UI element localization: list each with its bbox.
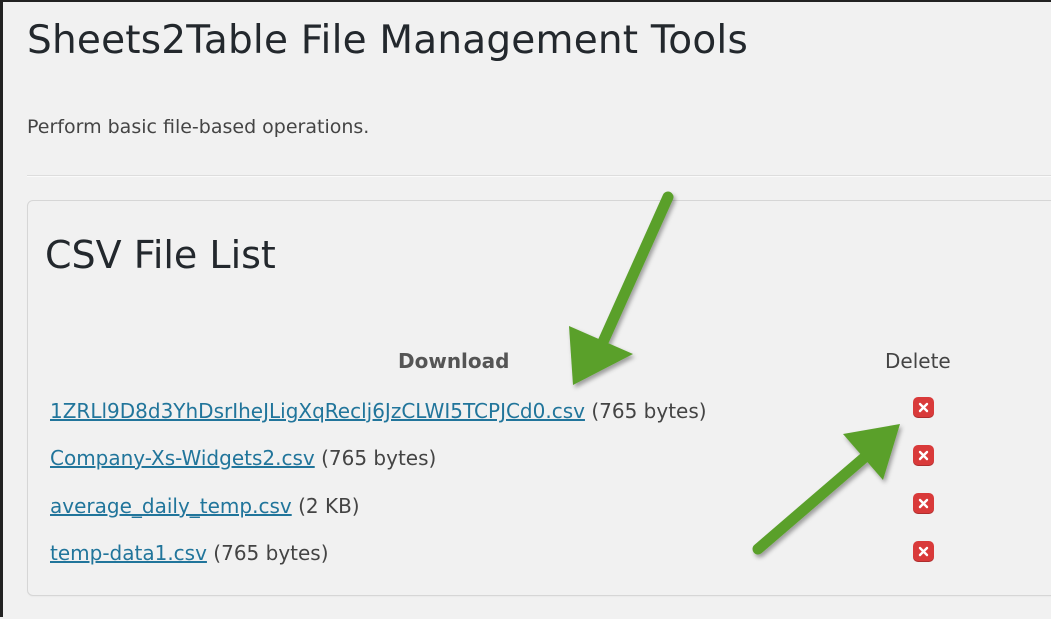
file-size: (765 bytes) [321, 446, 437, 470]
page-description: Perform basic file-based operations. [27, 116, 370, 138]
close-x-icon [918, 546, 929, 557]
close-x-icon [918, 402, 929, 413]
file-size: (765 bytes) [591, 399, 707, 423]
close-x-icon [918, 450, 929, 461]
file-download-link[interactable]: temp-data1.csv [50, 541, 207, 565]
file-row: Company-Xs-Widgets2.csv (765 bytes) [50, 446, 436, 476]
file-row: average_daily_temp.csv (2 KB) [50, 494, 360, 524]
file-row: temp-data1.csv (765 bytes) [50, 541, 329, 571]
file-row: 1ZRLl9D8d3YhDsrIheJLigXqReclj6JzCLWI5TCP… [50, 399, 707, 429]
delete-file-button[interactable] [913, 541, 934, 562]
delete-file-button[interactable] [913, 445, 934, 466]
download-column-header: Download [398, 349, 510, 373]
close-x-icon [918, 498, 929, 509]
file-size: (765 bytes) [213, 541, 329, 565]
page-frame: Sheets2Table File Management Tools Perfo… [0, 0, 1051, 617]
delete-file-button[interactable] [913, 493, 934, 514]
delete-file-button[interactable] [913, 397, 934, 418]
delete-column-header: Delete [885, 349, 951, 373]
file-download-link[interactable]: average_daily_temp.csv [50, 494, 292, 518]
csv-file-list-panel: CSV File List Download Delete 1ZRLl9D8d3… [27, 200, 1051, 596]
file-size: (2 KB) [298, 494, 360, 518]
file-download-link[interactable]: 1ZRLl9D8d3YhDsrIheJLigXqReclj6JzCLWI5TCP… [50, 399, 585, 423]
panel-title: CSV File List [45, 233, 276, 277]
page-title: Sheets2Table File Management Tools [27, 18, 748, 63]
file-download-link[interactable]: Company-Xs-Widgets2.csv [50, 446, 315, 470]
divider [27, 175, 1051, 177]
